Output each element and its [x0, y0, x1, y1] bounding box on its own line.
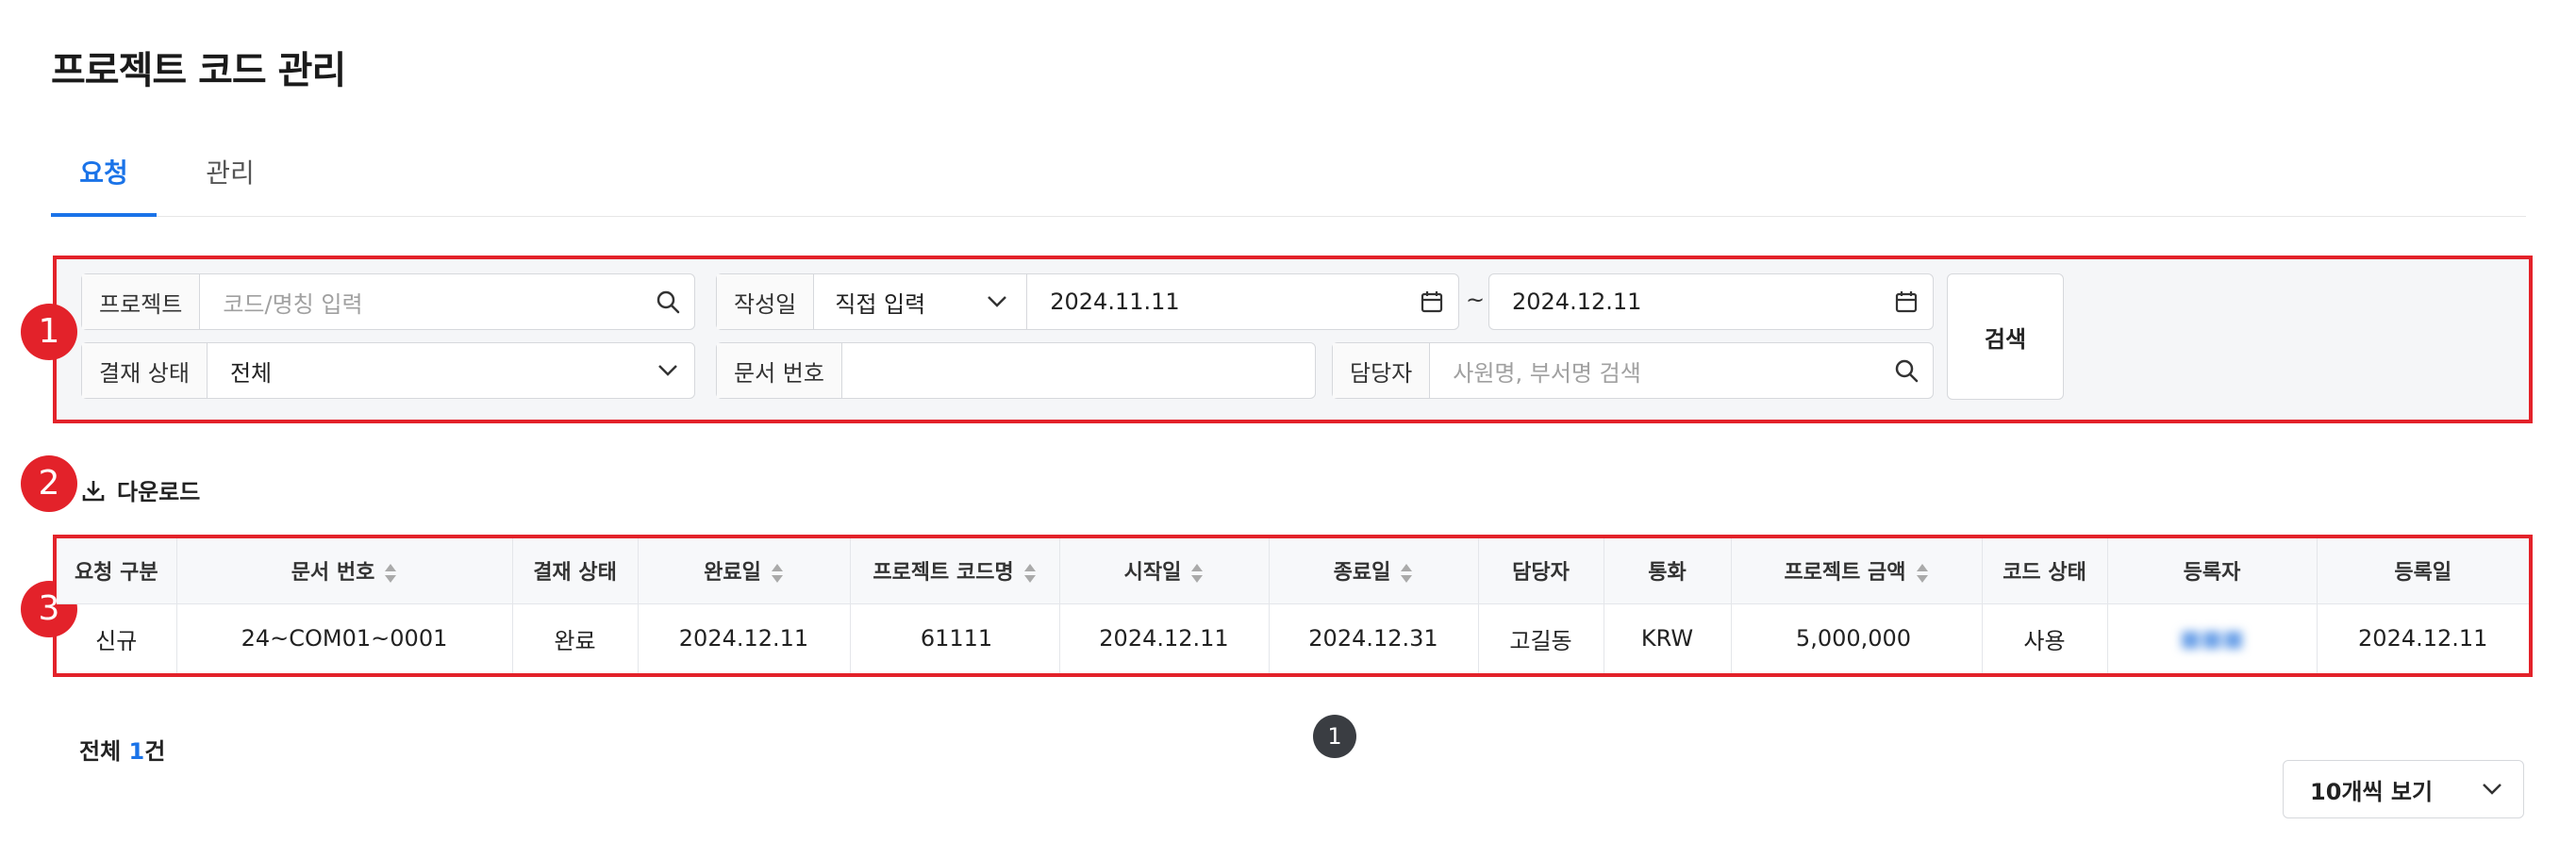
download-label: 다운로드: [117, 479, 201, 505]
project-filter: 프로젝트 코드/명칭 입력: [81, 273, 695, 330]
sort-icon[interactable]: [771, 563, 784, 584]
date-mode-select[interactable]: 직접 입력: [814, 274, 1028, 329]
code-status-cell: 사용: [1982, 603, 2108, 673]
column-header[interactable]: 프로젝트 코드명: [850, 538, 1060, 604]
pagination-current-page[interactable]: 1: [1313, 715, 1356, 758]
project-amount-cell: 5,000,000: [1731, 603, 1983, 673]
date-to-field: 2024.12.11: [1488, 273, 1934, 330]
column-header[interactable]: 시작일: [1059, 538, 1270, 604]
sort-icon[interactable]: [1916, 563, 1929, 584]
registered-date-cell: 2024.12.11: [2358, 625, 2488, 652]
column-header: 요청 구분: [57, 538, 177, 604]
registrant-name-blurred: ■■■: [2179, 625, 2245, 652]
column-header: 등록일: [2317, 538, 2529, 604]
download-icon: [82, 480, 105, 501]
calendar-icon[interactable]: [1405, 274, 1458, 329]
total-prefix: 전체: [79, 738, 122, 765]
project-search-input[interactable]: 코드/명칭 입력: [200, 286, 641, 319]
column-header: 통화: [1604, 538, 1732, 604]
download-button[interactable]: 다운로드: [81, 473, 200, 506]
sort-icon[interactable]: [1400, 563, 1413, 584]
column-header[interactable]: 완료일: [638, 538, 851, 604]
sort-icon[interactable]: [1190, 563, 1204, 584]
table-row[interactable]: 신규 24~COM01~0001 완료 2024.12.11 61111 202…: [57, 603, 2529, 673]
annotation-marker-1: 1: [21, 304, 77, 360]
column-header: 코드 상태: [1982, 538, 2108, 604]
tab-request[interactable]: 요청: [51, 141, 157, 217]
page-size-select[interactable]: 10개씩 보기: [2283, 760, 2524, 818]
column-header[interactable]: 문서 번호: [176, 538, 513, 604]
chevron-down-icon: [2483, 784, 2501, 795]
column-header[interactable]: 프로젝트 금액: [1731, 538, 1983, 604]
date-from-input[interactable]: 2024.11.11: [1027, 289, 1405, 315]
doc-number-filter: 문서 번호: [716, 342, 1316, 399]
sort-icon[interactable]: [1023, 563, 1037, 584]
manager-link[interactable]: 고길동: [1478, 603, 1604, 673]
approval-status-cell: 완료: [512, 603, 639, 673]
search-icon[interactable]: [1880, 343, 1933, 398]
project-filter-label: 프로젝트: [82, 274, 201, 329]
column-header: 담당자: [1478, 538, 1604, 604]
project-code-cell: 61111: [850, 603, 1060, 673]
search-button[interactable]: 검색: [1947, 273, 2064, 400]
sort-icon[interactable]: [384, 563, 397, 584]
created-date-label: 작성일: [717, 274, 815, 329]
chevron-down-icon: [641, 343, 694, 398]
page-size-value: 10개씩 보기: [2310, 778, 2434, 805]
date-mode-value: 직접 입력: [835, 290, 926, 318]
approval-status-filter[interactable]: 결재 상태 전체: [81, 342, 695, 399]
manager-search-input[interactable]: 사원명, 부서명 검색: [1430, 355, 1880, 388]
total-number: 1: [128, 738, 145, 765]
chevron-down-icon: [988, 296, 1007, 307]
column-header[interactable]: 종료일: [1269, 538, 1479, 604]
manager-label: 담당자: [1333, 343, 1431, 398]
tab-bar: 요청 관리: [51, 141, 2526, 217]
end-date-cell: 2024.12.31: [1269, 603, 1479, 673]
calendar-icon[interactable]: [1880, 274, 1933, 329]
registrant-cell: ■■■: [2107, 603, 2318, 673]
tab-manage[interactable]: 관리: [192, 141, 268, 217]
date-range-separator: ~: [1466, 287, 1486, 313]
created-date-filter: 작성일 직접 입력 2024.11.11: [716, 273, 1459, 330]
total-suffix: 건: [144, 738, 166, 765]
table-header-row: 요청 구분 문서 번호 결재 상태 완료일 프로젝트 코드명 시작일 종료일 담…: [57, 538, 2529, 604]
column-header: 결재 상태: [512, 538, 639, 604]
date-to-input[interactable]: 2024.12.11: [1489, 289, 1880, 315]
completed-date-cell: 2024.12.11: [638, 603, 851, 673]
doc-number-link[interactable]: 24~COM01~0001: [176, 603, 513, 673]
doc-number-label: 문서 번호: [717, 343, 842, 398]
column-header: 등록자: [2107, 538, 2318, 604]
start-date-cell: 2024.12.11: [1059, 603, 1270, 673]
request-type-cell: 신규: [57, 603, 177, 673]
currency-cell: KRW: [1604, 603, 1732, 673]
annotation-marker-2: 2: [21, 455, 77, 512]
approval-status-value: 전체: [229, 359, 273, 387]
result-table: 요청 구분 문서 번호 결재 상태 완료일 프로젝트 코드명 시작일 종료일 담…: [57, 538, 2529, 673]
search-icon[interactable]: [641, 274, 694, 329]
total-count: 전체 1건: [79, 733, 165, 766]
manager-filter: 담당자 사원명, 부서명 검색: [1332, 342, 1934, 399]
page-title: 프로젝트 코드 관리: [51, 49, 346, 92]
approval-status-label: 결재 상태: [82, 343, 208, 398]
